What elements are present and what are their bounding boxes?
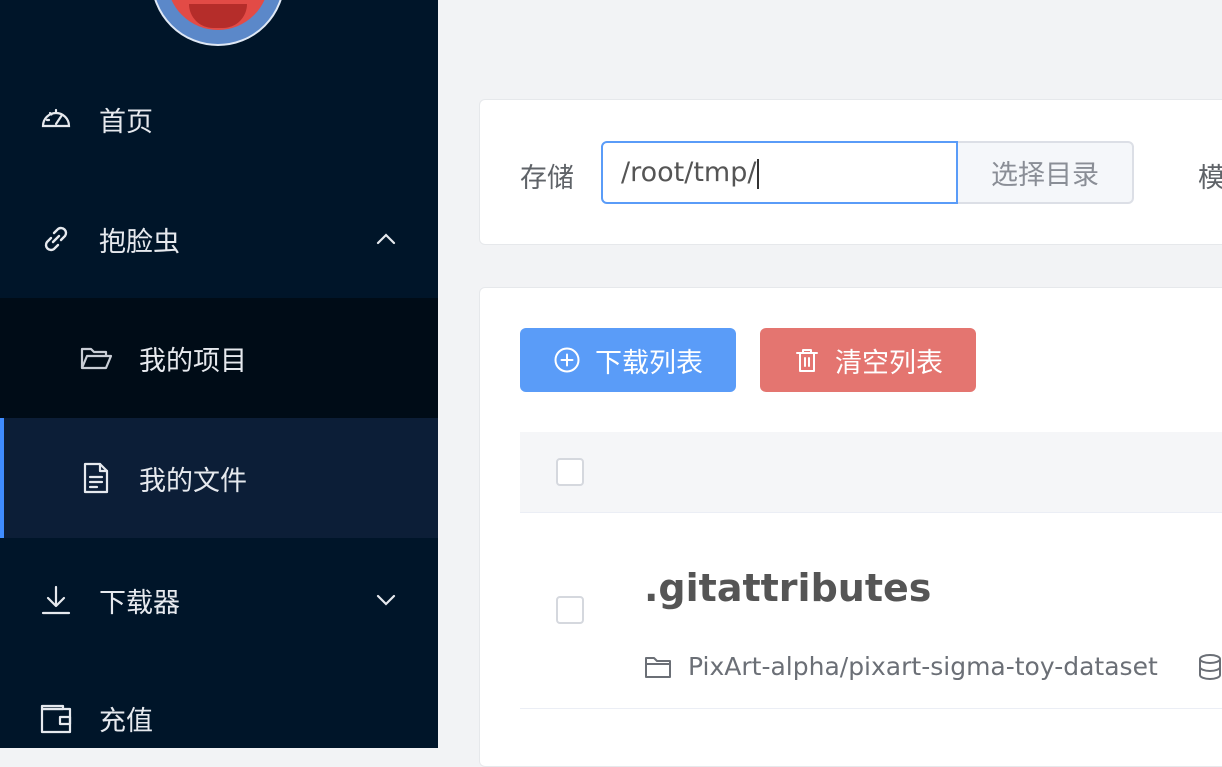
avatar[interactable] [151, 0, 285, 46]
storage-path-value: /root/tmp/ [621, 157, 757, 188]
sidebar-item-label: 抱脸虫 [99, 226, 180, 258]
table-row: .gitattributes PixArt-alpha/pixart-sigma… [520, 512, 1222, 709]
plus-circle-icon [554, 347, 580, 373]
sidebar-item-huggingface[interactable]: 抱脸虫 [0, 179, 438, 299]
storage-label: 存储 [520, 163, 574, 194]
sidebar-item-label: 首页 [99, 106, 153, 138]
chevron-up-icon[interactable] [372, 225, 400, 253]
folder-open-icon [79, 341, 113, 375]
file-repo: PixArt-alpha/pixart-sigma-toy-dataset [644, 652, 1158, 681]
wallet-icon [39, 701, 73, 735]
sidebar-item-label: 我的项目 [139, 345, 247, 377]
download-list-button[interactable]: 下载列表 [520, 328, 736, 392]
sidebar-item-home[interactable]: 首页 [0, 59, 438, 179]
sidebar-item-downloader[interactable]: 下载器 [0, 540, 438, 660]
clear-list-button[interactable]: 清空列表 [760, 328, 976, 392]
select-all-checkbox[interactable] [556, 458, 584, 486]
choose-directory-button[interactable]: 选择目录 [958, 141, 1134, 204]
folder-icon [645, 656, 671, 678]
text-caret [757, 158, 760, 189]
sidebar-item-label: 充值 [99, 705, 153, 737]
model-label-partial: 模 [1198, 163, 1222, 194]
table-header [520, 432, 1222, 513]
storage-path-input[interactable]: /root/tmp/ [601, 141, 958, 204]
row-checkbox[interactable] [556, 596, 584, 624]
file-name: .gitattributes [644, 566, 932, 610]
storage-card: 存储 /root/tmp/ 选择目录 模 [479, 99, 1222, 245]
file-repo-label: PixArt-alpha/pixart-sigma-toy-dataset [688, 652, 1158, 681]
sidebar-item-my-projects[interactable]: 我的项目 [0, 298, 438, 418]
trash-icon [796, 349, 818, 372]
chevron-down-icon[interactable] [372, 586, 400, 614]
dashboard-icon [39, 102, 73, 136]
link-icon [39, 222, 73, 256]
download-list-label: 下载列表 [595, 347, 703, 379]
file-list-card: 下载列表 清空列表 .gitattributes PixArt-alpha/pi… [479, 287, 1222, 767]
sidebar-item-my-files[interactable]: 我的文件 [0, 418, 438, 538]
sidebar-item-recharge[interactable]: 充值 [0, 658, 438, 748]
sidebar-item-label: 我的文件 [139, 465, 247, 497]
database-icon [1199, 654, 1221, 681]
sidebar-item-label: 下载器 [99, 587, 180, 619]
document-icon [79, 461, 113, 495]
clear-list-label: 清空列表 [835, 347, 943, 379]
sidebar: 首页 抱脸虫 我的项目 我的文件 下载器 充值 [0, 0, 438, 748]
download-icon [39, 583, 73, 617]
